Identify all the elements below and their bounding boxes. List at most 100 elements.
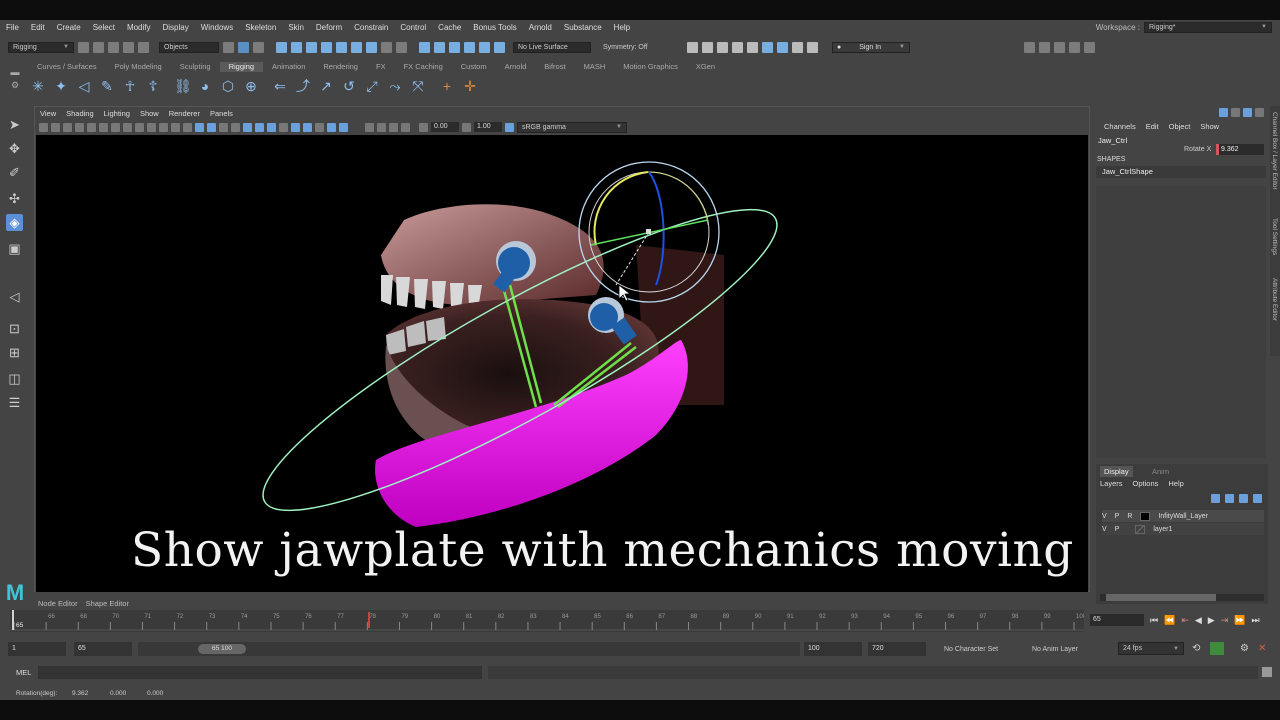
snap-grid-icon[interactable] xyxy=(276,41,287,53)
shelf-tab-fx[interactable]: FX xyxy=(367,62,395,72)
depth-of-field-icon[interactable] xyxy=(315,122,324,132)
viewport-menu-renderer[interactable]: Renderer xyxy=(164,109,205,118)
shelf-tab-rigging[interactable]: Rigging xyxy=(219,62,264,72)
tab-node-editor[interactable]: Node Editor xyxy=(34,599,82,608)
play-backwards-icon[interactable]: ◀ xyxy=(1195,615,1202,626)
layer-playback-toggle[interactable]: P xyxy=(1115,526,1120,533)
tool-settings-toggle-icon[interactable] xyxy=(1069,41,1080,53)
select-mode-dropdown[interactable]: Objects xyxy=(159,41,219,53)
outliner-icon[interactable]: ☰ xyxy=(6,394,23,411)
rotate-tool-icon[interactable]: ◈ xyxy=(6,214,23,231)
layer-scrollbar[interactable] xyxy=(1100,594,1264,601)
menu-display[interactable]: Display xyxy=(157,23,195,32)
two-pane-icon[interactable]: ◫ xyxy=(6,370,23,387)
shelf-tab-sculpting[interactable]: Sculpting xyxy=(171,62,220,72)
undo-icon[interactable] xyxy=(123,41,134,53)
select-component-icon[interactable] xyxy=(253,41,264,53)
bind-skin-icon[interactable]: ⛓ xyxy=(174,78,192,94)
menu-file[interactable]: File xyxy=(0,23,25,32)
smooth-shade-icon[interactable] xyxy=(207,122,216,132)
motion-blur-icon[interactable] xyxy=(291,122,300,132)
shelf-tab-mash[interactable]: MASH xyxy=(575,62,615,72)
snap-view-plane-icon[interactable] xyxy=(321,41,332,53)
menu-arnold[interactable]: Arnold xyxy=(523,23,558,32)
snap-point-icon[interactable] xyxy=(306,41,317,53)
playback-start-field[interactable]: 65 xyxy=(74,642,132,656)
ik-spline-icon[interactable]: ✎ xyxy=(99,78,115,94)
step-forward-key-icon[interactable]: ⇥ xyxy=(1221,615,1229,626)
auto-key-icon[interactable] xyxy=(1210,642,1224,655)
pole-vector-icon[interactable]: ⤧ xyxy=(410,78,426,94)
script-editor-icon[interactable] xyxy=(1262,667,1272,677)
four-pane-icon[interactable]: ⊞ xyxy=(6,344,23,361)
time-slider[interactable]: 66 68 70 71 72 73 74 75 76 77 78 79 80 81 82 83 84 85 86 87… xyxy=(10,610,1087,632)
quick-rig-icon[interactable]: ☥ xyxy=(122,78,138,94)
move-layer-down-icon[interactable] xyxy=(1225,494,1234,503)
menu-cache[interactable]: Cache xyxy=(432,23,467,32)
new-scene-icon[interactable] xyxy=(78,41,89,53)
gate-mask-icon[interactable] xyxy=(147,122,156,132)
workspace-dropdown[interactable]: Rigging* ▼ xyxy=(1144,21,1272,33)
rotate-x-field[interactable]: 9.362 xyxy=(1216,144,1264,155)
select-hierarchy-icon[interactable] xyxy=(223,41,234,53)
go-to-end-icon[interactable]: ⏭ xyxy=(1251,615,1259,626)
side-tab-tool-settings[interactable]: Tool Settings xyxy=(1271,218,1278,255)
camera-attributes-icon[interactable] xyxy=(51,122,60,132)
field-chart-icon[interactable] xyxy=(159,122,168,132)
shelf-tab-bifrost[interactable]: Bifrost xyxy=(535,62,574,72)
menu-skeleton[interactable]: Skeleton xyxy=(239,23,282,32)
menu-modify[interactable]: Modify xyxy=(121,23,157,32)
channel-menu-show[interactable]: Show xyxy=(1196,122,1223,131)
step-forward-frame-icon[interactable]: ⏩ xyxy=(1234,615,1245,626)
isolate-select-icon[interactable] xyxy=(327,122,336,132)
paint-select-icon[interactable]: ✐ xyxy=(6,164,23,181)
animation-end-field[interactable]: 720 xyxy=(868,642,926,656)
go-to-start-icon[interactable]: ⏮ xyxy=(1150,615,1158,626)
menu-control[interactable]: Control xyxy=(394,23,432,32)
paint-weights-icon[interactable]: ◕ xyxy=(197,78,213,94)
humanik-icon[interactable]: ☦ xyxy=(145,78,161,94)
viewport-menu-panels[interactable]: Panels xyxy=(205,109,238,118)
input-ops-icon[interactable] xyxy=(419,41,430,53)
redo-icon[interactable] xyxy=(138,41,149,53)
layer-render-toggle[interactable]: R xyxy=(1127,513,1132,520)
channel-box-refresh-icon[interactable] xyxy=(1243,108,1252,117)
viewport-menu-lighting[interactable]: Lighting xyxy=(99,109,135,118)
render-current-icon[interactable] xyxy=(702,41,713,53)
use-all-lights-icon[interactable] xyxy=(255,122,264,132)
orient-constraint-icon[interactable]: ↺ xyxy=(341,78,357,94)
new-layer-icon[interactable] xyxy=(1239,494,1248,503)
snap-pivot-icon[interactable] xyxy=(351,41,362,53)
history-icon[interactable] xyxy=(396,41,407,53)
resolution-gate-icon[interactable] xyxy=(135,122,144,132)
menu-create[interactable]: Create xyxy=(51,23,87,32)
layer-row[interactable]: V P R InfityWall_Layer xyxy=(1102,510,1264,522)
lasso-tool-icon[interactable]: ✥ xyxy=(6,140,23,157)
arnold-render-icon[interactable] xyxy=(762,41,773,53)
mel-input[interactable] xyxy=(38,666,482,679)
arnold-ipr-icon[interactable] xyxy=(777,41,788,53)
layer-color-swatch[interactable] xyxy=(1135,524,1146,534)
viewport-menu-view[interactable]: View xyxy=(35,109,61,118)
layer-visibility-toggle[interactable]: V xyxy=(1102,513,1107,520)
menuset-dropdown[interactable]: Rigging ▼ xyxy=(8,41,74,53)
layer-tab-anim[interactable]: Anim xyxy=(1148,466,1173,477)
layer-color-swatch[interactable] xyxy=(1140,511,1151,521)
move-layer-up-icon[interactable] xyxy=(1211,494,1220,503)
scale-constraint-icon[interactable]: ⤢ xyxy=(364,78,380,94)
layer-tab-display[interactable]: Display xyxy=(1100,466,1133,477)
menu-deform[interactable]: Deform xyxy=(310,23,348,32)
move-tool-icon[interactable]: ✣ xyxy=(6,190,23,207)
3d-viewport[interactable]: Show jawplate with mechanics moving it xyxy=(36,135,1088,592)
make-live-icon[interactable] xyxy=(494,41,505,53)
layer-menu-options[interactable]: Options xyxy=(1133,479,1159,488)
locator-orient-icon[interactable]: ✛ xyxy=(462,78,478,94)
shelf-tab-curves-surfaces[interactable]: Curves / Surfaces xyxy=(28,62,106,72)
select-object-icon[interactable] xyxy=(238,41,249,53)
aim-constraint-icon[interactable]: ↗ xyxy=(318,78,334,94)
shelf-tab-xgen[interactable]: XGen xyxy=(687,62,724,72)
layer-visibility-toggle[interactable]: V xyxy=(1102,526,1107,533)
shelf-options-icon[interactable]: ▬ ⚙ xyxy=(8,66,22,96)
select-camera-icon[interactable] xyxy=(39,122,48,132)
menu-bonus-tools[interactable]: Bonus Tools xyxy=(467,23,522,32)
